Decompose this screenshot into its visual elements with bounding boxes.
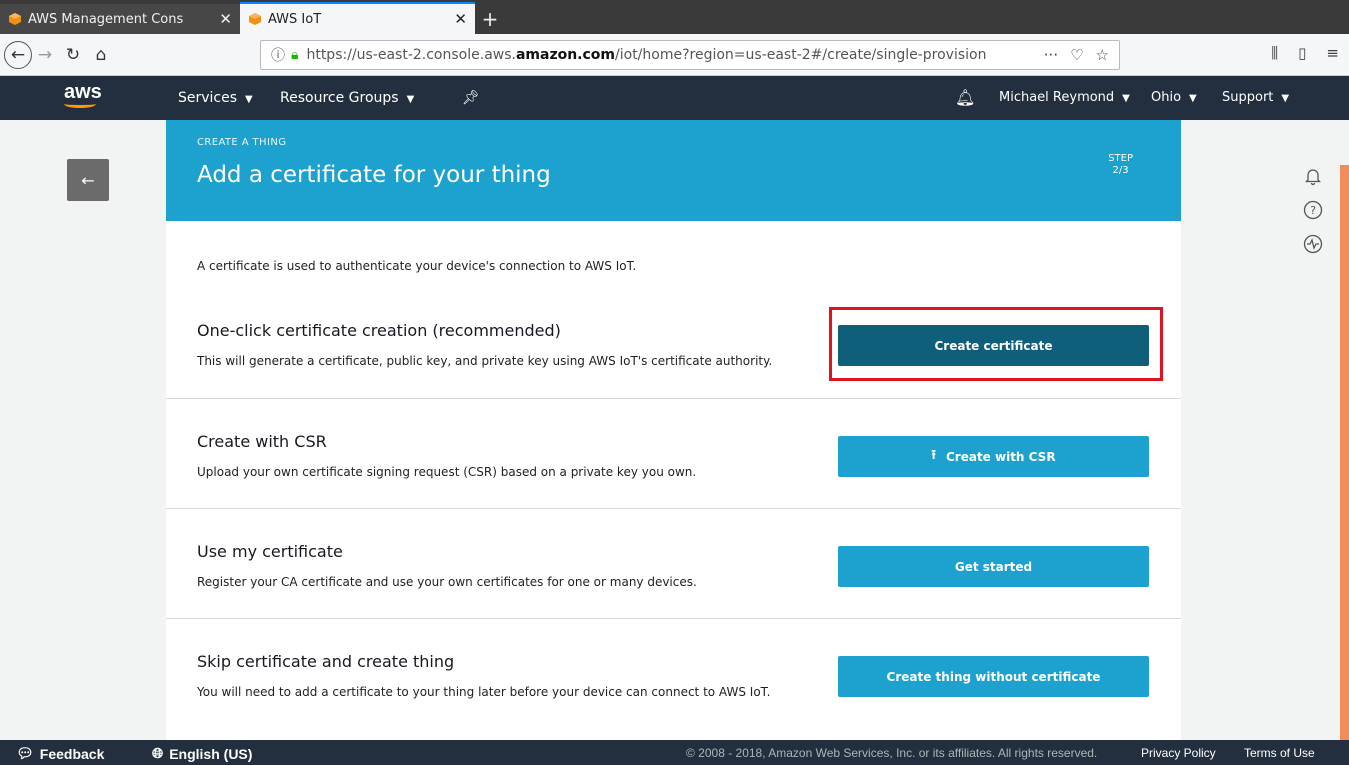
back-icon[interactable]: ←	[4, 40, 32, 69]
pocket-icon[interactable]: ♡	[1070, 46, 1083, 64]
get-started-button[interactable]: Get started	[838, 546, 1149, 587]
language-selector[interactable]: 🌐︎ English (US)	[152, 745, 252, 762]
new-tab-icon[interactable]: +	[475, 4, 505, 34]
terms-of-use-link[interactable]: Terms of Use	[1244, 746, 1315, 760]
upload-icon: ⭱	[931, 447, 936, 463]
use-my-certificate-section: Use my certificate Register your CA cert…	[166, 508, 1181, 618]
aws-cube-icon	[249, 13, 261, 25]
region-menu[interactable]: Ohio ▼	[1151, 90, 1197, 105]
globe-icon: 🌐︎	[152, 745, 164, 761]
section-description: This will generate a certificate, public…	[197, 354, 773, 368]
speech-bubble-icon: 💬︎	[16, 745, 34, 761]
aws-logo[interactable]: aws	[64, 82, 102, 108]
close-tab-icon[interactable]: ✕	[454, 10, 467, 28]
pin-icon[interactable]: 📌︎	[462, 90, 480, 106]
create-thing-without-certificate-button[interactable]: Create thing without certificate	[838, 656, 1149, 697]
arrow-left-icon: ←	[81, 170, 95, 190]
step-banner: CREATE A THING Add a certificate for you…	[166, 120, 1181, 221]
browser-tab-strip: AWS Management Cons ✕ AWS IoT ✕ +	[0, 0, 1349, 34]
section-description: You will need to add a certificate to yo…	[197, 685, 771, 699]
notifications-bell-icon[interactable]	[1302, 165, 1324, 187]
reload-icon[interactable]: ↻	[58, 45, 88, 65]
banner-kicker: CREATE A THING	[197, 137, 287, 148]
scrollbar[interactable]	[1340, 165, 1349, 740]
page-title: Add a certificate for your thing	[197, 162, 551, 188]
notifications-bell-icon[interactable]: 🔔︎	[955, 88, 975, 107]
console-footer: 💬︎ Feedback 🌐︎ English (US) © 2008 - 2018,…	[0, 740, 1349, 765]
resource-groups-menu[interactable]: Resource Groups ▼	[280, 90, 414, 106]
tab-title: AWS Management Cons	[28, 11, 184, 27]
create-with-csr-section: Create with CSR Upload your own certific…	[166, 398, 1181, 508]
services-menu[interactable]: Services ▼	[178, 90, 253, 106]
feedback-link[interactable]: 💬︎ Feedback	[16, 745, 104, 762]
privacy-policy-link[interactable]: Privacy Policy	[1141, 746, 1216, 760]
chevron-down-icon: ▼	[245, 94, 253, 105]
aws-cube-icon	[9, 13, 21, 25]
copyright-text: © 2008 - 2018, Amazon Web Services, Inc.…	[686, 746, 1098, 760]
browser-tab-management-console[interactable]: AWS Management Cons ✕	[0, 4, 240, 34]
create-thing-card: CREATE A THING Add a certificate for you…	[166, 120, 1181, 740]
section-description: Register your CA certificate and use you…	[197, 575, 697, 589]
create-with-csr-button[interactable]: ⭱ Create with CSR	[838, 436, 1149, 477]
browser-tab-aws-iot[interactable]: AWS IoT ✕	[240, 2, 475, 34]
page-actions-icon[interactable]: ···	[1044, 46, 1058, 64]
forward-icon[interactable]: →	[32, 45, 58, 65]
chevron-down-icon: ▼	[1281, 93, 1290, 104]
svg-text:?: ?	[1310, 204, 1316, 217]
skip-certificate-section: Skip certificate and create thing You wi…	[166, 618, 1181, 740]
help-icon[interactable]: ?	[1302, 199, 1324, 221]
account-menu[interactable]: Michael Reymond ▼	[999, 90, 1130, 105]
url-bar[interactable]: ⓘ 🔒︎ https://us-east-2.console.aws.amazo…	[260, 40, 1120, 70]
section-title: Use my certificate	[197, 542, 343, 561]
section-title: One-click certificate creation (recommen…	[197, 321, 561, 340]
home-icon[interactable]: ⌂	[88, 45, 114, 65]
aws-console-header: aws Services ▼ Resource Groups ▼ 📌︎ 🔔︎ Mic…	[0, 76, 1349, 120]
chevron-down-icon: ▼	[1122, 93, 1130, 104]
intro-text: A certificate is used to authenticate yo…	[197, 259, 637, 273]
tab-title: AWS IoT	[268, 11, 322, 27]
chevron-down-icon: ▼	[1189, 93, 1197, 104]
library-icon[interactable]: ⫼	[1271, 44, 1278, 62]
menu-icon[interactable]: ≡	[1326, 44, 1339, 62]
lock-icon: 🔒︎	[291, 47, 299, 63]
section-title: Create with CSR	[197, 432, 327, 451]
step-indicator: STEP 2/3	[1108, 153, 1133, 176]
support-menu[interactable]: Support ▼	[1222, 90, 1289, 105]
section-title: Skip certificate and create thing	[197, 652, 455, 671]
browser-navbar: ← → ↻ ⌂ ⓘ 🔒︎ https://us-east-2.console.a…	[0, 34, 1349, 76]
activity-icon[interactable]	[1302, 233, 1324, 255]
url-text[interactable]: https://us-east-2.console.aws.amazon.com…	[306, 47, 1043, 63]
back-button[interactable]: ←	[67, 159, 109, 201]
sidebar-icon[interactable]: ▯	[1298, 44, 1306, 62]
highlight-box	[829, 307, 1163, 381]
close-tab-icon[interactable]: ✕	[219, 10, 232, 28]
bookmark-star-icon[interactable]: ☆	[1096, 46, 1109, 64]
section-description: Upload your own certificate signing requ…	[197, 465, 697, 479]
info-icon[interactable]: ⓘ	[271, 45, 285, 65]
chevron-down-icon: ▼	[406, 94, 415, 105]
